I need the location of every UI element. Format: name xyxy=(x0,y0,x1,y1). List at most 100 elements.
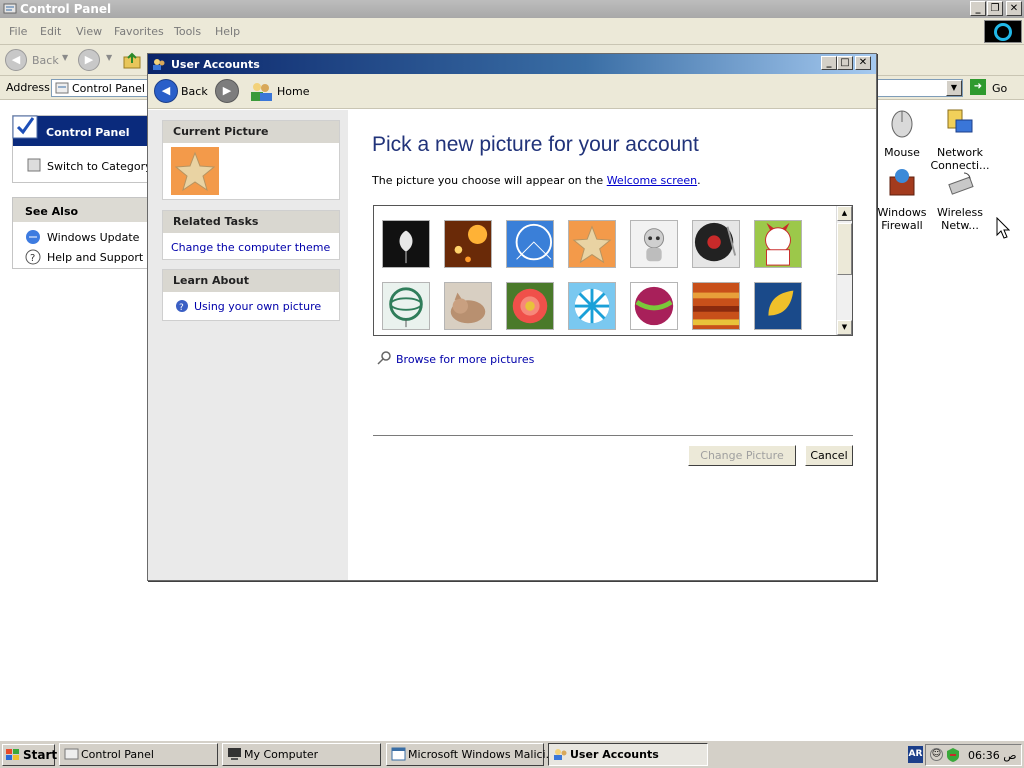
minimize-button[interactable]: _ xyxy=(821,56,837,70)
browse-label: Browse for more pictures xyxy=(396,353,535,366)
subtitle-text: The picture you choose will appear on th… xyxy=(372,174,607,187)
network-icon xyxy=(947,109,973,133)
close-button[interactable]: ✕ xyxy=(1006,1,1022,16)
picture-sparkle[interactable] xyxy=(444,220,492,268)
windows-flag-icon xyxy=(6,749,19,760)
back-arrow-icon[interactable]: ◀ xyxy=(5,49,27,71)
subtitle-end: . xyxy=(697,174,701,187)
minimize-button[interactable]: _ xyxy=(970,1,986,16)
help-icon: ? xyxy=(176,300,188,313)
control-panel-task-pane: Control Panel Switch to Category V See A… xyxy=(0,100,163,740)
picture-robot[interactable] xyxy=(630,220,678,268)
picture-grid-scrollbar[interactable]: ▲ ▼ xyxy=(836,206,852,335)
home-users-icon[interactable] xyxy=(249,79,273,103)
picture-gyroscope[interactable] xyxy=(382,282,430,330)
scroll-thumb[interactable] xyxy=(837,223,852,275)
learn-about-box: Learn About ? Using your own picture xyxy=(162,269,340,321)
back-arrow-icon[interactable]: ◀ xyxy=(154,79,178,103)
security-shield-icon[interactable] xyxy=(945,747,961,763)
restore-button[interactable]: ❐ xyxy=(987,1,1003,16)
menu-help[interactable]: Help xyxy=(215,25,240,38)
tray-smiley-icon[interactable]: ☺ xyxy=(930,748,943,761)
help-icon: ? xyxy=(25,249,41,265)
maximize-button[interactable]: □ xyxy=(837,56,853,70)
windows-update-icon xyxy=(26,230,40,244)
picture-fabric[interactable] xyxy=(692,282,740,330)
taskbar: Start Control Panel My Computer Microsof… xyxy=(0,740,1024,768)
address-dropdown-button[interactable]: ▼ xyxy=(946,80,962,96)
menu-favorites[interactable]: Favorites xyxy=(114,25,164,38)
change-picture-button[interactable]: Change Picture xyxy=(688,445,796,466)
menu-tools[interactable]: Tools xyxy=(174,25,201,38)
help-support-label: Help and Support xyxy=(47,251,144,264)
cancel-button[interactable]: Cancel xyxy=(805,445,853,466)
picture-starfish[interactable] xyxy=(568,220,616,268)
start-button[interactable]: Start xyxy=(2,744,58,766)
mouse-label: Mouse xyxy=(884,146,920,159)
picture-grid: ▲ ▼ xyxy=(373,205,853,336)
mouse-icon xyxy=(891,110,913,138)
language-indicator[interactable]: AR xyxy=(908,746,923,763)
mouse-item[interactable]: Mouse xyxy=(870,107,934,159)
picture-ferris-wheel[interactable] xyxy=(506,220,554,268)
own-picture-link[interactable]: Using your own picture xyxy=(194,300,321,313)
picture-flower[interactable] xyxy=(382,220,430,268)
windows-update-link[interactable]: Windows Update xyxy=(13,227,147,247)
picture-kitten[interactable] xyxy=(444,282,492,330)
page-title: Pick a new picture for your account xyxy=(372,133,699,156)
up-folder-icon[interactable] xyxy=(122,51,142,71)
computer-icon xyxy=(228,748,241,760)
picture-daisy[interactable] xyxy=(506,282,554,330)
windows-update-label: Windows Update xyxy=(47,231,140,244)
back-label[interactable]: Back xyxy=(32,54,59,67)
wireless-item[interactable]: Wireless Netw... xyxy=(928,167,992,232)
related-tasks-header: Related Tasks xyxy=(163,211,339,233)
current-picture-starfish xyxy=(171,147,219,195)
scroll-up-icon[interactable]: ▲ xyxy=(837,206,852,221)
network-item[interactable]: Network Connecti... xyxy=(928,107,992,172)
task-control-panel[interactable]: Control Panel xyxy=(59,743,218,766)
firewall-item[interactable]: Windows Firewall xyxy=(870,167,934,232)
scroll-down-icon[interactable]: ▼ xyxy=(837,320,852,335)
divider xyxy=(373,435,853,436)
application-icon xyxy=(391,747,406,761)
forward-dropdown-icon[interactable]: ▼ xyxy=(106,53,112,62)
back-dropdown-icon[interactable]: ▼ xyxy=(62,53,68,62)
start-label: Start xyxy=(23,748,58,762)
category-view-icon xyxy=(27,158,41,172)
task-label: Control Panel xyxy=(81,748,154,761)
help-support-link[interactable]: ? Help and Support xyxy=(13,247,147,267)
picture-lucky-cat[interactable] xyxy=(754,220,802,268)
picture-ball[interactable] xyxy=(630,282,678,330)
menu-edit[interactable]: Edit xyxy=(40,25,61,38)
mouse-cursor-icon xyxy=(996,217,1010,239)
back-label[interactable]: Back xyxy=(181,85,208,98)
picture-turntable[interactable] xyxy=(692,220,740,268)
wireless-label: Wireless Netw... xyxy=(936,206,984,232)
control-panel-icons-area: Mouse Network Connecti... Windows Firewa… xyxy=(876,100,1024,740)
task-my-computer[interactable]: My Computer xyxy=(222,743,381,766)
picture-pinwheel[interactable] xyxy=(568,282,616,330)
close-button[interactable]: ✕ xyxy=(855,56,871,70)
menu-view[interactable]: View xyxy=(76,25,102,38)
switch-category-label: Switch to Category V xyxy=(47,160,163,173)
change-theme-link[interactable]: Change the computer theme xyxy=(171,241,330,254)
dialog-task-pane: Current Picture Related Tasks Change the… xyxy=(148,110,348,580)
clock[interactable]: 06:36 ص xyxy=(968,749,1017,762)
control-panel-icon xyxy=(64,748,79,760)
control-panel-box: Control Panel Switch to Category V xyxy=(12,115,163,183)
menu-file[interactable]: File xyxy=(9,25,27,38)
switch-category-link[interactable]: Switch to Category V xyxy=(13,146,163,182)
see-also-header: See Also xyxy=(13,198,147,222)
task-malicious-removal[interactable]: Microsoft Windows Malici... xyxy=(386,743,556,766)
go-button[interactable]: ➜ Go xyxy=(968,79,1018,97)
task-user-accounts[interactable]: User Accounts xyxy=(548,743,708,766)
user-accounts-icon xyxy=(153,59,165,70)
forward-arrow-icon[interactable]: ▶ xyxy=(78,49,100,71)
home-label[interactable]: Home xyxy=(277,85,309,98)
picture-leaf[interactable] xyxy=(754,282,802,330)
forward-arrow-icon[interactable]: ▶ xyxy=(215,79,239,103)
welcome-screen-link[interactable]: Welcome screen xyxy=(607,174,697,187)
panel-title: Control Panel xyxy=(46,126,130,139)
learn-about-header: Learn About xyxy=(163,270,339,292)
